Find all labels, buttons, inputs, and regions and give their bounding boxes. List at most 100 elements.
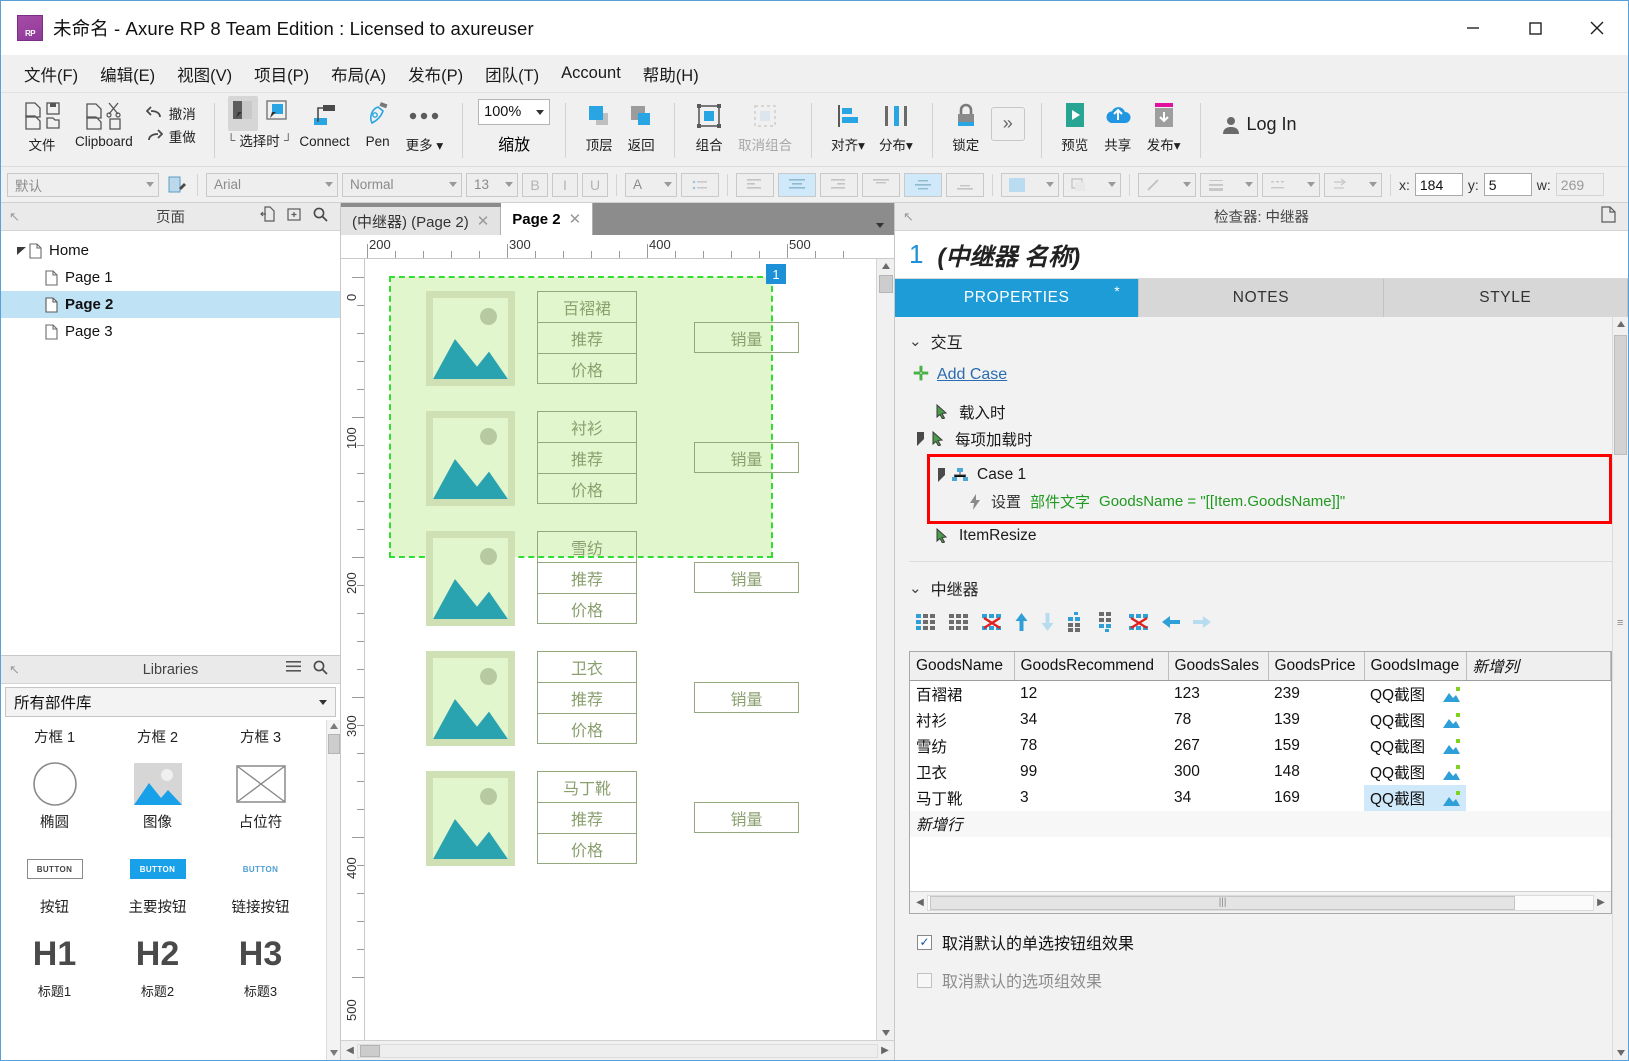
collapse-arrow-icon[interactable] [917, 431, 924, 446]
menu-file[interactable]: 文件(F) [13, 58, 89, 90]
more-button[interactable]: 更多 ▾ [399, 95, 451, 166]
scroll-up-icon[interactable] [882, 263, 890, 269]
item-sales-cell[interactable]: 销量 [694, 802, 799, 833]
add-column-left-icon[interactable] [915, 612, 937, 637]
event-on-load[interactable]: 载入时 [909, 398, 1612, 425]
library-item-primary-button[interactable]: BUTTON 主要按钮 [106, 842, 209, 927]
interactions-section-header[interactable]: ⌄ 交互 [909, 329, 1612, 353]
case-row[interactable]: Case 1 [930, 461, 1609, 488]
italic-button[interactable]: I [552, 172, 578, 197]
column-header-goodsrecommend[interactable]: GoodsRecommend [1014, 652, 1169, 681]
item-recommend-cell[interactable]: 推荐 [537, 322, 637, 353]
option-selection-group-row[interactable]: 取消默认的选项组效果 [917, 968, 1612, 992]
dataset-horizontal-scrollbar[interactable]: ◀ ||| ▶ [910, 891, 1611, 913]
column-header-goodsprice[interactable]: GoodsPrice [1268, 652, 1365, 681]
cell-goodsimage[interactable]: QQ截图 [1364, 785, 1466, 811]
search-icon[interactable] [312, 659, 328, 680]
column-header-goodssales[interactable]: GoodsSales [1168, 652, 1269, 681]
y-input[interactable] [1483, 173, 1532, 196]
library-item-button[interactable]: BUTTON 按钮 [3, 842, 106, 927]
page-tree-item-home[interactable]: Home [1, 237, 340, 264]
move-up-icon[interactable] [1014, 612, 1029, 637]
panel-collapse-icon[interactable]: ↖ [895, 209, 914, 225]
group-button[interactable]: 组合 [687, 95, 731, 166]
libraries-scrollbar[interactable] [326, 720, 340, 1060]
cell-goodsrecommend[interactable]: 12 [1014, 681, 1168, 708]
scroll-down-icon[interactable] [882, 1030, 890, 1036]
file-button[interactable]: 文件 [16, 95, 68, 166]
repeater-item[interactable]: 马丁靴 推荐 价格 销量 [426, 771, 799, 866]
connect-button[interactable]: Connect [292, 95, 356, 166]
font-family-select[interactable]: Arial [206, 172, 338, 197]
clipboard-button[interactable]: Clipboard [68, 95, 140, 166]
repeater-item[interactable]: 卫衣 推荐 价格 销量 [426, 651, 799, 746]
page-tree-item-page-2[interactable]: Page 2 [1, 291, 340, 318]
cell-goodsname[interactable]: 雪纺 [910, 733, 1014, 759]
panel-collapse-icon[interactable]: ↖ [1, 209, 20, 225]
select-contain-button[interactable] [262, 96, 292, 131]
repeater-dataset-table[interactable]: GoodsName GoodsRecommend GoodsSales Good… [909, 651, 1612, 914]
item-recommend-cell[interactable]: 推荐 [537, 562, 637, 593]
item-sales-cell[interactable]: 销量 [694, 562, 799, 593]
align-bottom-button[interactable] [946, 172, 984, 197]
table-new-row[interactable]: 新增行 [910, 811, 1611, 837]
send-to-back-button[interactable]: 返回 [620, 95, 662, 166]
scroll-up-icon[interactable] [1617, 321, 1625, 327]
cell-goodsimage[interactable]: QQ截图 [1364, 733, 1466, 759]
table-row[interactable]: 卫衣 99 300 148 QQ截图 [910, 759, 1611, 785]
shadow-button[interactable] [1063, 172, 1121, 197]
item-price-cell[interactable]: 价格 [537, 833, 637, 864]
scroll-track[interactable] [357, 1043, 878, 1058]
canvas-horizontal-scrollbar[interactable]: ◀ ▶ [341, 1040, 894, 1060]
delete-column-icon[interactable] [981, 612, 1003, 637]
table-row[interactable]: 雪纺 78 267 159 QQ截图 [910, 733, 1611, 759]
option-radio-group-row[interactable]: ✓ 取消默认的单选按钮组效果 [917, 930, 1612, 954]
tab-notes[interactable]: NOTES [1139, 279, 1384, 317]
item-name-cell[interactable]: 百褶裙 [537, 291, 637, 322]
redo-button[interactable]: 重做 [146, 126, 196, 146]
tab-close-icon[interactable]: ✕ [569, 210, 582, 228]
library-item-placeholder[interactable]: 占位符 [209, 757, 312, 842]
share-button[interactable]: 共享 [1096, 95, 1140, 166]
expand-arrow-icon[interactable] [13, 245, 29, 256]
canvas-vertical-scrollbar[interactable] [876, 259, 894, 1040]
line-width-button[interactable] [1200, 172, 1258, 197]
scroll-up-icon[interactable] [329, 723, 338, 729]
item-recommend-cell[interactable]: 推荐 [537, 442, 637, 473]
repeater-item[interactable]: 衬衫 推荐 价格 销量 [426, 411, 799, 506]
new-row-label[interactable]: 新增行 [910, 811, 1014, 837]
repeater-widget[interactable]: 1 百褶裙 推荐 价格 销量 衬衫 推荐 价格 销量 雪纺 推荐 价格 销量 卫… [389, 264, 799, 866]
repeater-item[interactable]: 百褶裙 推荐 价格 销量 [426, 291, 799, 386]
align-button[interactable]: 对齐▾ [824, 95, 872, 166]
move-down-icon[interactable] [1040, 612, 1055, 637]
scroll-down-icon[interactable] [330, 1050, 338, 1056]
repeater-item[interactable]: 雪纺 推荐 价格 销量 [426, 531, 799, 626]
cell-new[interactable] [1466, 707, 1611, 733]
item-name-cell[interactable]: 雪纺 [537, 531, 637, 562]
scroll-left-icon[interactable]: ◀ [343, 1045, 357, 1056]
cell-goodsrecommend[interactable]: 99 [1014, 759, 1168, 785]
align-right-button[interactable] [820, 172, 858, 197]
cell-goodsrecommend[interactable]: 34 [1014, 707, 1168, 733]
cell-goodssales[interactable]: 300 [1168, 759, 1268, 785]
cell-goodsprice[interactable]: 139 [1268, 707, 1364, 733]
ribbon-overflow-button[interactable]: » [990, 106, 1025, 141]
cell-goodssales[interactable]: 78 [1168, 707, 1268, 733]
library-item-h2[interactable]: H2 标题2 [106, 927, 209, 1010]
scroll-thumb[interactable] [879, 275, 893, 293]
cell-goodssales[interactable]: 123 [1168, 681, 1268, 708]
align-middle-button[interactable] [904, 172, 942, 197]
event-on-item-load[interactable]: 每项加载时 [909, 425, 1612, 452]
scroll-thumb[interactable] [328, 734, 340, 754]
event-item-resize[interactable]: ItemResize [909, 522, 1612, 549]
scroll-right-icon[interactable]: ▶ [878, 1045, 892, 1056]
library-select[interactable]: 所有部件库 [5, 687, 336, 717]
library-item-box2[interactable]: 方框 2 [106, 720, 209, 757]
table-row[interactable]: 衬衫 34 78 139 QQ截图 [910, 707, 1611, 733]
add-row-below-icon[interactable] [1097, 612, 1117, 637]
menu-layout[interactable]: 布局(A) [320, 58, 397, 90]
item-sales-cell[interactable]: 销量 [694, 322, 799, 353]
item-name-cell[interactable]: 衬衫 [537, 411, 637, 442]
font-size-select[interactable]: 13 [466, 172, 518, 197]
menu-view[interactable]: 视图(V) [166, 58, 243, 90]
